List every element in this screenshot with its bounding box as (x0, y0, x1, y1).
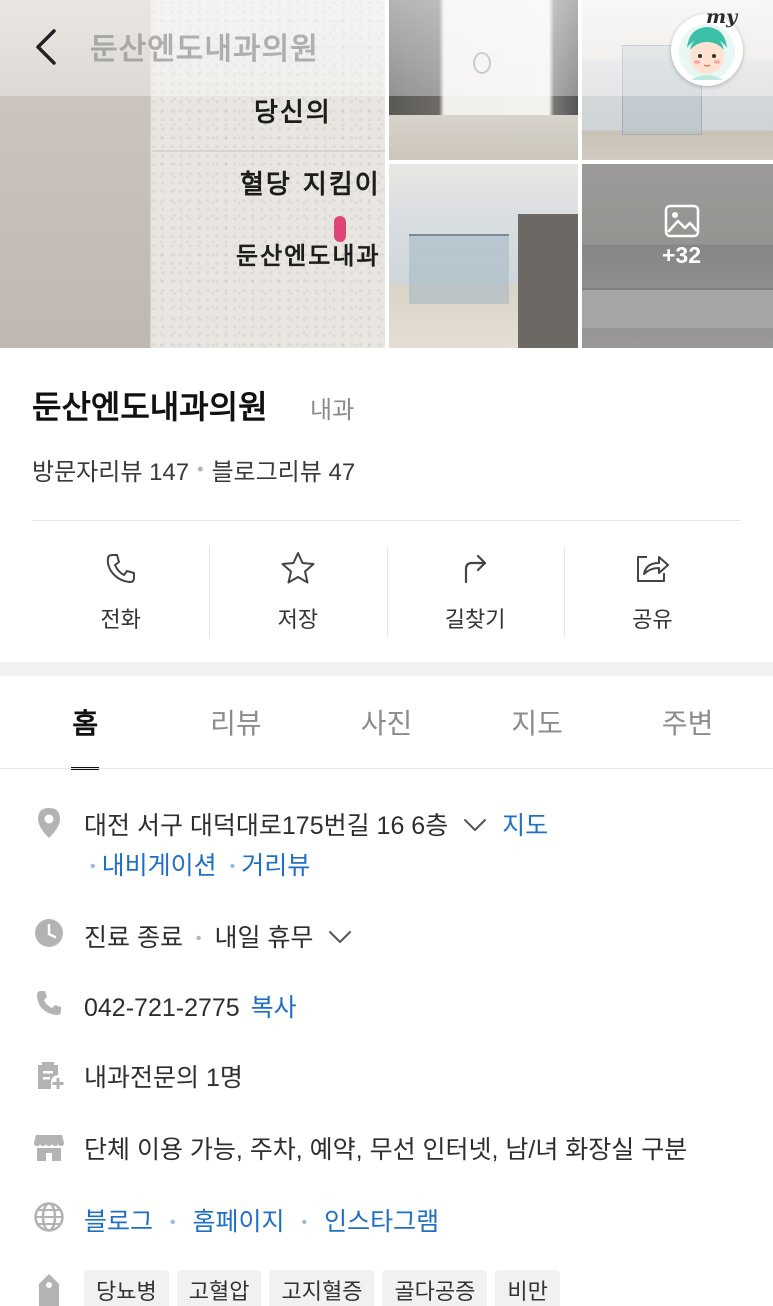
tab-reviews[interactable]: 리뷰 (161, 676, 312, 768)
hours-status: 진료 종료 (84, 924, 183, 952)
homepage-link[interactable]: 홈페이지 (193, 1208, 285, 1236)
store-icon (34, 1135, 64, 1161)
topbar-title: 둔산엔도내과의원 (90, 33, 319, 66)
street-view-link[interactable]: 거리뷰 (241, 852, 310, 880)
wall-sign-line-1: 당신의 (254, 98, 332, 128)
directions-label: 길찾기 (444, 607, 506, 632)
more-photos-count: +32 (661, 241, 701, 268)
phone-number[interactable]: 042-721-2775 (84, 994, 240, 1022)
phone-icon (37, 991, 61, 1015)
action-bar: 전화 저장 길찾기 공유 (32, 546, 741, 638)
copy-phone-button[interactable]: 복사 (251, 994, 297, 1022)
share-button[interactable]: 공유 (563, 546, 741, 638)
separator-dot: • (229, 858, 236, 875)
globe-icon (34, 1202, 64, 1232)
photo-side-wall (518, 214, 578, 348)
wall-seam (152, 150, 385, 152)
specialists-text: 내과전문의 1명 (84, 1064, 243, 1092)
heart-decoration (334, 216, 346, 242)
share-icon (637, 556, 670, 582)
directions-icon (465, 554, 487, 584)
wall-sign-line-3: 둔산엔도내과 (236, 241, 381, 270)
tab-bar: 홈 리뷰 사진 지도 주변 (0, 676, 773, 768)
tab-nearby[interactable]: 주변 (612, 676, 763, 768)
call-label: 전화 (100, 607, 141, 632)
keyword-tag[interactable]: 비만 (495, 1270, 560, 1306)
gallery-photo-4[interactable] (389, 164, 578, 348)
keyword-tag[interactable]: 당뇨병 (84, 1270, 169, 1306)
clock-icon (35, 919, 63, 947)
expand-hours-button[interactable] (328, 922, 352, 951)
keyword-tags: 당뇨병 고혈압 고지혈증 골다공증 비만 (84, 1270, 560, 1306)
image-icon (664, 204, 699, 237)
separator-dot: • (169, 1214, 176, 1231)
address-text: 대전 서구 대덕대로175번길 16 6층 (84, 812, 449, 840)
medical-clipboard-icon (38, 1062, 64, 1089)
wall-sign-line-2: 혈당 지킴이 (240, 170, 381, 200)
tab-photos[interactable]: 사진 (311, 676, 462, 768)
photo-gallery[interactable]: 당신의 혈당 지킴이 둔산엔도내과 +32 둔산엔도내과의원 my (0, 0, 773, 348)
location-pin-icon (38, 808, 60, 838)
review-summary: 방문자리뷰 147 • 블로그리뷰 47 (32, 452, 355, 487)
save-button[interactable]: 저장 (209, 546, 386, 638)
section-separator (0, 662, 773, 676)
separator-dot: • (195, 930, 202, 947)
more-photos-button[interactable]: +32 (582, 164, 773, 348)
keyword-tag[interactable]: 고혈압 (176, 1270, 262, 1306)
photo-glass (409, 234, 509, 304)
map-link[interactable]: 지도 (502, 812, 548, 840)
instagram-link[interactable]: 인스타그램 (324, 1208, 439, 1236)
phone-icon (106, 554, 135, 583)
tab-home[interactable]: 홈 (10, 676, 161, 768)
hours-next: 내일 휴무 (214, 924, 314, 952)
tag-icon (39, 1274, 59, 1306)
share-label: 공유 (632, 607, 673, 632)
chevron-down-icon (464, 819, 487, 831)
separator-dot: • (197, 459, 204, 479)
keyword-tag[interactable]: 골다공증 (382, 1270, 488, 1306)
separator-dot: • (90, 858, 96, 875)
blog-link[interactable]: 블로그 (84, 1208, 153, 1236)
divider (32, 520, 741, 521)
tabs-divider (0, 768, 773, 769)
visitor-reviews-link[interactable]: 방문자리뷰 147 (32, 452, 189, 487)
blog-reviews-link[interactable]: 블로그리뷰 47 (211, 452, 355, 487)
back-button[interactable] (26, 24, 66, 70)
amenities-text: 단체 이용 가능, 주차, 예약, 무선 인터넷, 남/녀 화장실 구분 (84, 1136, 688, 1164)
directions-button[interactable]: 길찾기 (386, 546, 564, 638)
my-label: my (706, 6, 738, 28)
star-icon (281, 552, 315, 584)
photo-floor (389, 115, 578, 160)
save-label: 저장 (277, 607, 319, 632)
expand-address-button[interactable] (463, 810, 487, 839)
tab-map[interactable]: 지도 (462, 676, 613, 768)
place-name: 둔산엔도내과의원 (32, 389, 268, 425)
navigation-link[interactable]: 내비게이션 (102, 852, 217, 880)
chevron-left-icon (36, 29, 56, 65)
chevron-down-icon (329, 931, 352, 943)
call-button[interactable]: 전화 (32, 546, 209, 638)
keyword-tag[interactable]: 고지혈증 (269, 1270, 375, 1306)
separator-dot: • (301, 1214, 308, 1231)
place-category: 내과 (310, 397, 355, 424)
top-bar: 둔산엔도내과의원 (0, 0, 773, 96)
